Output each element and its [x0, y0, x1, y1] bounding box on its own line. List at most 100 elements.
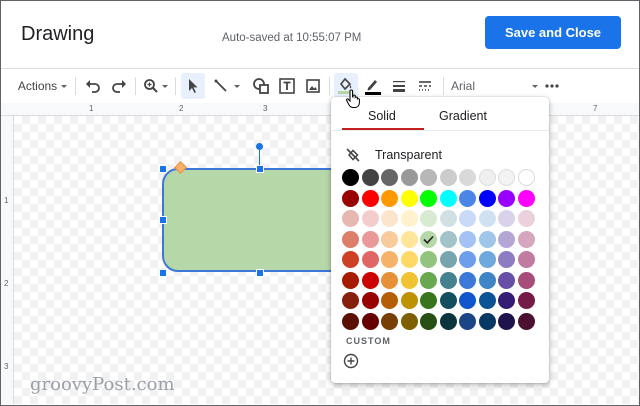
color-swatch[interactable] [361, 292, 379, 309]
color-swatch[interactable] [381, 292, 398, 309]
color-swatch[interactable] [517, 292, 535, 309]
color-swatch[interactable] [478, 251, 496, 268]
resize-handle-bottom-left[interactable] [159, 269, 167, 277]
color-swatch[interactable] [342, 189, 359, 207]
color-swatch[interactable] [459, 169, 476, 186]
color-swatch[interactable] [517, 271, 535, 289]
color-swatch[interactable] [400, 271, 418, 289]
color-swatch[interactable] [361, 169, 379, 186]
color-swatch[interactable] [439, 292, 457, 309]
color-swatch[interactable] [381, 230, 398, 248]
color-swatch[interactable] [420, 230, 437, 248]
add-custom-color-icon[interactable] [343, 353, 359, 369]
color-swatch[interactable] [498, 312, 515, 330]
redo-icon[interactable] [107, 69, 131, 103]
color-swatch[interactable] [420, 210, 437, 227]
color-swatch[interactable] [439, 189, 457, 207]
color-swatch[interactable] [361, 230, 379, 248]
color-swatch[interactable] [498, 292, 515, 309]
resize-handle-top[interactable] [256, 165, 264, 173]
color-swatch[interactable] [478, 230, 496, 248]
color-swatch[interactable] [517, 169, 535, 186]
color-swatch[interactable] [361, 251, 379, 268]
color-swatch[interactable] [439, 230, 457, 248]
actions-menu[interactable]: Actions [15, 69, 71, 103]
color-swatch[interactable] [400, 189, 418, 207]
color-swatch[interactable] [400, 210, 418, 227]
color-swatch[interactable] [478, 169, 496, 186]
zoom-icon[interactable] [141, 69, 171, 103]
color-swatch[interactable] [400, 312, 418, 330]
color-swatch[interactable] [459, 230, 476, 248]
line-icon[interactable] [207, 69, 247, 103]
color-swatch[interactable] [342, 210, 359, 227]
color-swatch[interactable] [478, 312, 496, 330]
select-icon[interactable] [181, 73, 205, 99]
color-swatch[interactable] [381, 271, 398, 289]
color-swatch[interactable] [478, 271, 496, 289]
color-swatch[interactable] [439, 210, 457, 227]
color-swatch[interactable] [478, 210, 496, 227]
color-swatch[interactable] [459, 312, 476, 330]
color-swatch[interactable] [381, 312, 398, 330]
color-swatch[interactable] [439, 169, 457, 186]
color-swatch[interactable] [420, 292, 437, 309]
color-swatch[interactable] [517, 251, 535, 268]
color-swatch[interactable] [381, 169, 398, 186]
color-swatch[interactable] [498, 189, 515, 207]
rotate-handle[interactable] [256, 143, 263, 150]
color-swatch[interactable] [361, 271, 379, 289]
textbox-icon[interactable] [275, 69, 299, 103]
color-swatch[interactable] [517, 210, 535, 227]
tab-solid[interactable]: Solid [368, 109, 396, 123]
image-icon[interactable] [301, 69, 325, 103]
color-swatch[interactable] [420, 169, 437, 186]
color-swatch[interactable] [517, 189, 535, 207]
tab-gradient[interactable]: Gradient [439, 109, 487, 123]
color-swatch[interactable] [498, 230, 515, 248]
color-swatch[interactable] [517, 230, 535, 248]
color-swatch[interactable] [498, 271, 515, 289]
color-swatch[interactable] [459, 271, 476, 289]
color-swatch[interactable] [381, 210, 398, 227]
color-swatch[interactable] [342, 292, 359, 309]
color-swatch[interactable] [342, 271, 359, 289]
color-swatch[interactable] [517, 312, 535, 330]
color-swatch[interactable] [342, 169, 359, 186]
color-swatch[interactable] [400, 292, 418, 309]
color-swatch[interactable] [459, 189, 476, 207]
color-swatch[interactable] [400, 169, 418, 186]
color-swatch[interactable] [459, 251, 476, 268]
color-swatch[interactable] [498, 169, 515, 186]
color-swatch[interactable] [381, 189, 398, 207]
color-swatch[interactable] [420, 251, 437, 268]
color-swatch[interactable] [420, 271, 437, 289]
color-swatch[interactable] [439, 271, 457, 289]
color-swatch[interactable] [361, 189, 379, 207]
resize-handle-bottom[interactable] [256, 269, 264, 277]
color-swatch[interactable] [400, 251, 418, 268]
shape-icon[interactable] [249, 69, 273, 103]
transparent-option[interactable]: Transparent [345, 145, 442, 165]
undo-icon[interactable] [81, 69, 105, 103]
color-swatch[interactable] [381, 251, 398, 268]
color-swatch[interactable] [342, 312, 359, 330]
save-and-close-button[interactable]: Save and Close [485, 16, 621, 49]
color-swatch[interactable] [439, 251, 457, 268]
color-swatch[interactable] [342, 251, 359, 268]
color-swatch[interactable] [420, 189, 437, 207]
color-swatch[interactable] [342, 230, 359, 248]
color-swatch[interactable] [498, 251, 515, 268]
color-swatch[interactable] [459, 210, 476, 227]
color-swatch[interactable] [361, 312, 379, 330]
color-swatch[interactable] [400, 230, 418, 248]
rounded-rectangle-shape[interactable] [162, 168, 352, 272]
color-swatch[interactable] [420, 312, 437, 330]
color-swatch[interactable] [361, 210, 379, 227]
resize-handle-left[interactable] [159, 216, 167, 224]
color-swatch[interactable] [459, 292, 476, 309]
color-swatch[interactable] [498, 210, 515, 227]
color-swatch[interactable] [478, 189, 496, 207]
color-swatch[interactable] [439, 312, 457, 330]
color-swatch[interactable] [478, 292, 496, 309]
